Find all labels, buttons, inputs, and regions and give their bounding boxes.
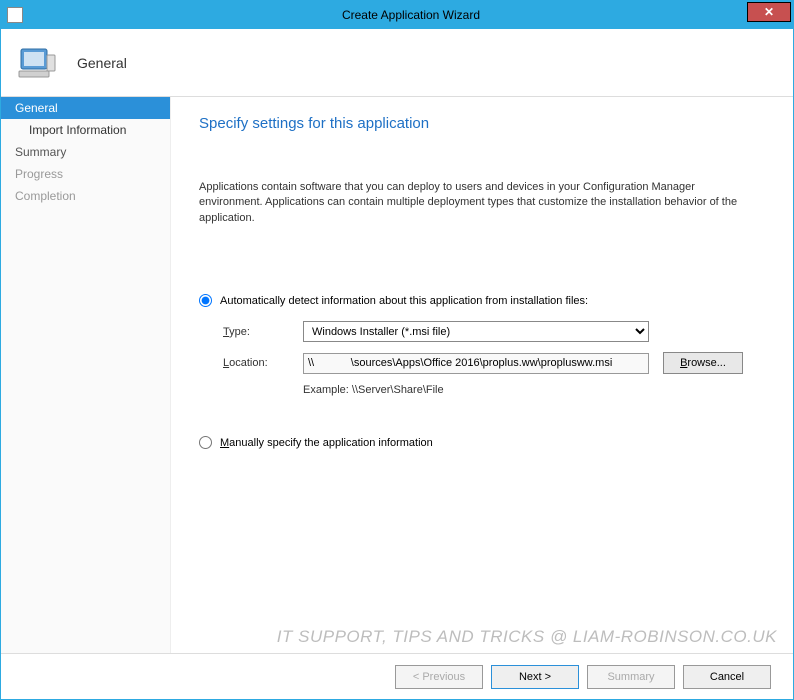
watermark-text: IT SUPPORT, TIPS AND TRICKS @ LIAM-ROBIN…	[277, 627, 777, 647]
header-section: General	[1, 29, 793, 97]
location-row: Location: Browse...	[223, 352, 769, 374]
location-label: Location:	[223, 357, 303, 369]
browse-button[interactable]: Browse...	[663, 352, 743, 374]
app-icon	[7, 7, 23, 23]
cancel-button[interactable]: Cancel	[683, 665, 771, 689]
sidebar-item-progress: Progress	[1, 163, 170, 185]
sidebar-item-general[interactable]: General	[1, 97, 170, 119]
close-icon: ✕	[764, 5, 774, 19]
titlebar: Create Application Wizard ✕	[1, 1, 793, 29]
type-label: Type:	[223, 326, 303, 338]
footer: < Previous Next > Summary Cancel	[1, 653, 793, 699]
main-description: Applications contain software that you c…	[199, 180, 769, 226]
next-button[interactable]: Next >	[491, 665, 579, 689]
window-title: Create Application Wizard	[29, 8, 793, 22]
example-text: Example: \\Server\Share\File	[303, 384, 769, 396]
radio-manual-row: Manually specify the application informa…	[199, 436, 769, 449]
computer-icon	[17, 43, 57, 83]
sidebar-item-summary[interactable]: Summary	[1, 141, 170, 163]
radio-manual-label: Manually specify the application informa…	[220, 437, 433, 449]
radio-manual[interactable]	[199, 436, 212, 449]
sidebar-item-import-information[interactable]: Import Information	[1, 119, 170, 141]
wizard-window: Create Application Wizard ✕ General Gene…	[0, 0, 794, 700]
close-button[interactable]: ✕	[747, 2, 791, 22]
radio-auto-detect[interactable]	[199, 294, 212, 307]
main-panel: Specify settings for this application Ap…	[171, 97, 793, 653]
main-title: Specify settings for this application	[199, 115, 769, 132]
radio-auto-label: Automatically detect information about t…	[220, 295, 588, 307]
sidebar: General Import Information Summary Progr…	[1, 97, 171, 653]
type-select[interactable]: Windows Installer (*.msi file)	[303, 321, 649, 342]
summary-button: Summary	[587, 665, 675, 689]
header-title: General	[77, 55, 127, 71]
radio-auto-row: Automatically detect information about t…	[199, 294, 769, 307]
previous-button: < Previous	[395, 665, 483, 689]
sidebar-item-completion: Completion	[1, 185, 170, 207]
type-row: Type: Windows Installer (*.msi file)	[223, 321, 769, 342]
location-input[interactable]	[303, 353, 649, 374]
content-area: General Import Information Summary Progr…	[1, 97, 793, 653]
